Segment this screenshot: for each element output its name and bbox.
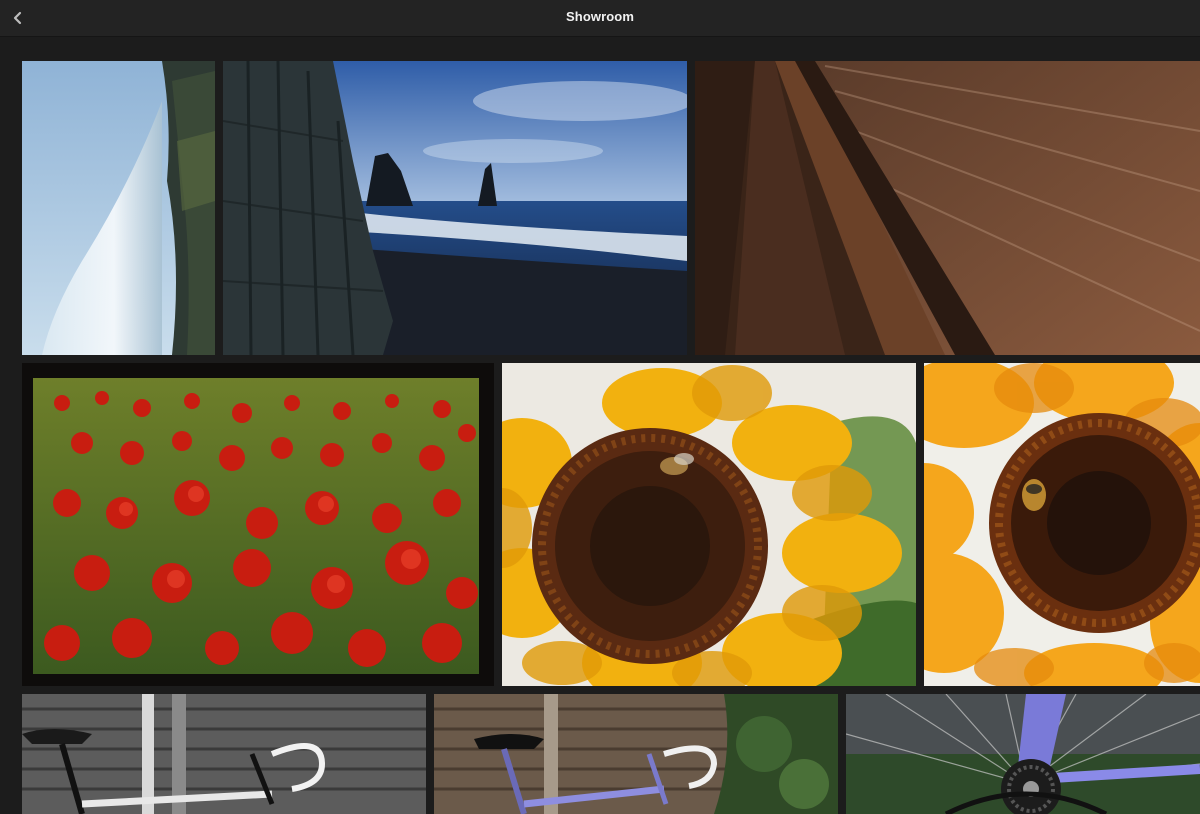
photo-basalt-coast-sea-stacks[interactable] — [223, 61, 687, 355]
photo-bicycle-wheel[interactable] — [846, 694, 1200, 814]
photo-sunflower-with-bee[interactable] — [502, 363, 916, 686]
window-title: Showroom — [566, 9, 634, 24]
photo-gallery — [0, 37, 1200, 814]
photo-bicycle-fence[interactable] — [434, 694, 838, 814]
photo-waterfall-cliff[interactable] — [22, 61, 215, 355]
photo-bicycle-monochrome[interactable] — [22, 694, 426, 814]
photo-sunflower-closeup[interactable] — [924, 363, 1200, 686]
title-bar: Showroom — [0, 0, 1200, 37]
photo-rusty-rails[interactable] — [695, 61, 1200, 355]
photo-poppy-field[interactable] — [22, 363, 494, 686]
